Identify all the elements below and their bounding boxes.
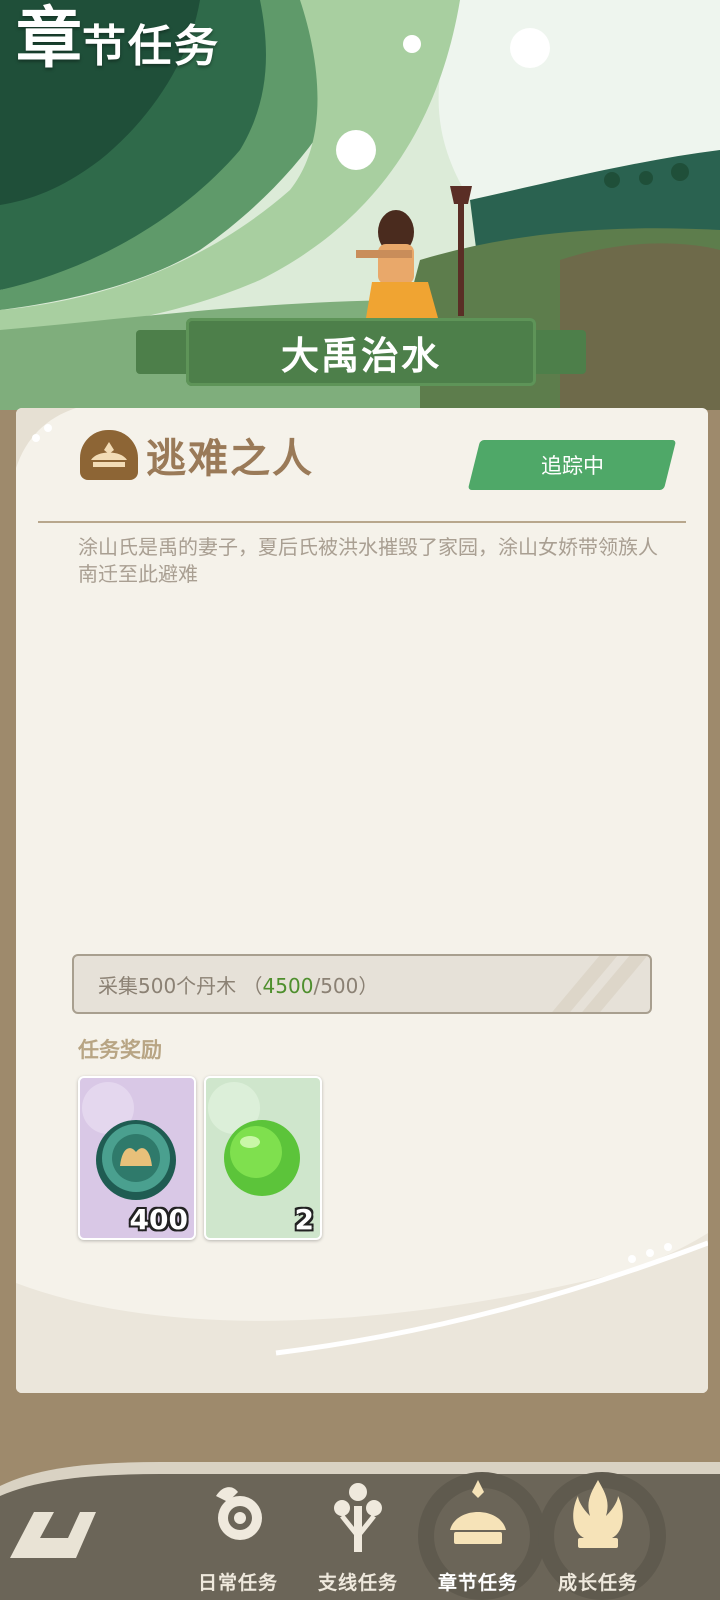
title-divider [38,521,686,523]
chapter-name: 大禹治水 [280,333,441,378]
bird-icon [216,1487,262,1540]
objective-prefix: 采集500个丹木 [98,974,237,998]
chapter-name-plate: 大禹治水 [186,318,536,386]
tracking-button[interactable]: 追踪中 [467,440,677,490]
reward-quantity: 400 [129,1203,188,1236]
objective-target: 500 [320,974,359,998]
rewards-label: 任务奖励 [78,1038,162,1062]
reward-slot-jade-coin[interactable]: 400 [78,1076,196,1240]
plate-right-ornament [528,330,586,374]
branch-icon [334,1483,382,1552]
tab-chapter-label: 章节任务 [437,1572,518,1594]
quest-card: 逃难之人 追踪中 涂山氏是禹的妻子，夏后氏被洪水摧毁了家园，涂山女娇带领族人南迁… [16,408,708,1393]
objective-close-paren: ） [358,974,379,998]
bottom-nav: 日常任务 支线任务 章节任务 成长任务 [0,1456,720,1600]
tab-side-label: 支线任务 [317,1572,398,1594]
quest-description: 涂山氏是禹的妻子，夏后氏被洪水摧毁了家园，涂山女娇带领族人南迁至此避难 [78,535,658,586]
tab-daily[interactable]: 日常任务 [183,1476,293,1600]
objective-current: 4500 [262,974,314,998]
quest-title: 逃难之人 [146,436,314,482]
tab-side[interactable]: 支线任务 [303,1476,413,1600]
chapter-banner: 章节任务 大禹治水 [0,0,720,410]
tab-growth[interactable]: 成长任务 [543,1476,653,1600]
objective-progress: 采集500个丹木 （4500/500） [72,954,652,1014]
tab-growth-label: 成长任务 [557,1572,638,1594]
objective-text: 采集500个丹木 （4500/500） [98,970,378,999]
tab-chapter[interactable]: 章节任务 [423,1476,533,1600]
card-corner-decoration [16,408,76,468]
page-title-rest: 节任务 [82,21,220,72]
page-title-first-char: 章 [16,0,82,77]
flame-icon [573,1480,623,1548]
reward-quantity: 2 [294,1203,314,1236]
back-arrow-icon[interactable] [10,1508,96,1560]
quest-crown-icon [80,430,138,480]
objective-open-paren: （ [236,974,263,998]
tracking-button-label: 追踪中 [540,455,604,478]
page-title: 章节任务 [16,6,220,72]
tab-daily-label: 日常任务 [197,1572,278,1594]
reward-slot-green-orb[interactable]: 2 [204,1076,322,1240]
crown-icon [450,1480,506,1544]
